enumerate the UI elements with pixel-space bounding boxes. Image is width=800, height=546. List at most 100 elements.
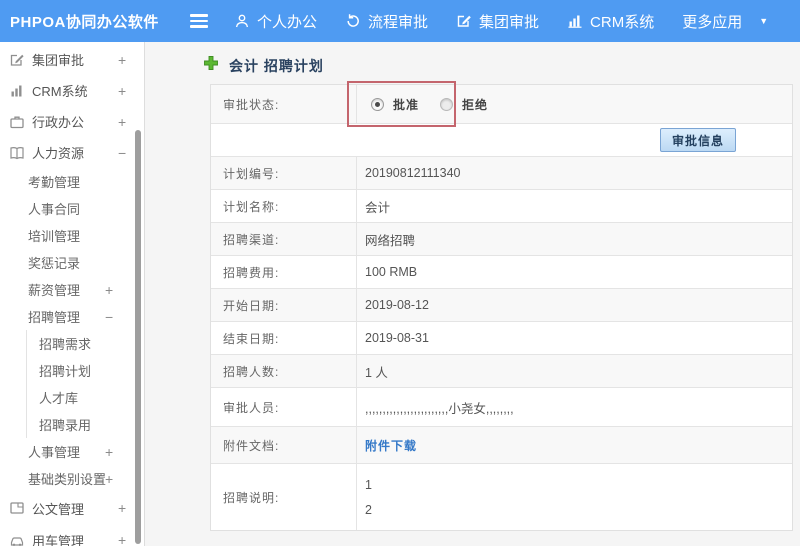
table-row-plan-name: 计划名称: 会计 [211,189,792,222]
sidebar-item-salary[interactable]: 薪资管理 + [0,276,144,303]
menu-toggle-icon[interactable] [190,14,210,28]
expand-icon[interactable]: + [118,52,126,68]
expand-icon[interactable]: + [105,444,113,460]
collapse-icon[interactable]: − [118,145,126,161]
user-icon [234,13,250,29]
field-value: 会计 [365,200,391,215]
sidebar-item-personnel-mgmt[interactable]: 人事管理 + [0,438,144,465]
sidebar-scrollbar[interactable] [135,130,141,544]
table-row-approvers: 审批人员: ,,,,,,,,,,,,,,,,,,,,,,,,小尧女,,,,,,,… [211,387,792,426]
field-label: 审批状态: [211,85,357,123]
edit-square-icon [9,52,25,68]
field-label: 招聘费用: [211,256,357,288]
sidebar-item-documents[interactable]: 公文管理 + [0,492,144,524]
radio-approve[interactable] [371,97,384,111]
approve-info-button[interactable]: 审批信息 [659,128,736,152]
expand-icon[interactable]: + [118,532,126,546]
sidebar-item-label: 用车管理 [32,533,85,546]
sidebar-item-hr-contract[interactable]: 人事合同 [0,195,144,222]
expand-icon[interactable]: + [105,471,113,487]
radio-reject[interactable] [440,97,454,111]
sidebar-item-label: 招聘计划 [39,364,92,379]
sidebar-item-hr[interactable]: 人力资源 − [0,137,144,168]
sidebar-item-training[interactable]: 培训管理 [0,222,144,249]
nav-label: 流程审批 [368,13,429,31]
sidebar-item-label: 考勤管理 [28,175,81,190]
nav-more-apps[interactable]: 更多应用 ▼ [682,11,768,32]
content-header: 会计 招聘计划 [145,42,800,76]
field-label: 开始日期: [211,289,357,321]
book-icon [9,145,25,161]
sidebar-item-recruit-demand[interactable]: 招聘需求 [26,330,144,357]
field-label: 计划名称: [211,190,357,222]
field-value: 2019-08-12 [365,298,429,312]
field-label: 招聘说明: [211,464,357,530]
expand-icon[interactable]: + [118,500,126,516]
table-row-approval-status: 审批状态: 批准 拒绝 [211,85,792,123]
description-cell: 1 2 [357,464,792,530]
sidebar-item-label: CRM系统 [32,84,88,99]
nav-label: 更多应用 [682,13,743,31]
field-value: 100 RMB [365,265,418,279]
sidebar-item-label: 基础类别设置 [28,472,107,487]
nav-crm-system[interactable]: CRM系统 [567,11,654,32]
top-navigation: 个人办公 流程审批 集团审批 CRM系统 更多应用 ▼ [234,11,768,32]
nav-label: 个人办公 [257,13,318,31]
page-title: 会计 招聘计划 [229,57,324,74]
bar-chart-icon [9,83,25,99]
main-content: 会计 招聘计划 审批状态: 批准 拒绝 审批信息 计划编号: 201908121… [145,42,800,546]
collapse-icon[interactable]: − [105,309,113,325]
table-row-recruit-channel: 招聘渠道: 网络招聘 [211,222,792,255]
edit-icon [456,13,472,29]
attachment-cell: 附件下载 [357,427,792,463]
sidebar-item-label: 奖惩记录 [28,256,81,271]
description-line: 2 [365,502,372,517]
approval-status-cell: 批准 拒绝 [357,85,792,123]
table-row-description: 招聘说明: 1 2 [211,463,792,530]
sidebar-item-label: 薪资管理 [28,283,81,298]
sidebar-item-label: 公文管理 [32,501,85,517]
sidebar-item-label: 行政办公 [32,115,85,130]
sidebar-item-recruit-hire[interactable]: 招聘录用 [26,411,144,438]
sidebar: 集团审批 + CRM系统 + 行政办公 + 人力资源 − 考勤管理 人事合同 培… [0,42,145,546]
expand-icon[interactable]: + [118,114,126,130]
nav-label: 集团审批 [479,13,540,31]
sidebar-item-attendance[interactable]: 考勤管理 [0,168,144,195]
table-row-approve-button: 审批信息 [211,123,792,156]
field-value: 网络招聘 [365,233,416,248]
radio-approve-label: 批准 [393,97,420,112]
sidebar-item-label: 人才库 [39,391,79,406]
sidebar-item-label: 人力资源 [32,146,85,161]
sidebar-item-talent-pool[interactable]: 人才库 [26,384,144,411]
sidebar-item-recruit-mgmt[interactable]: 招聘管理 − [0,303,144,330]
expand-icon[interactable]: + [118,83,126,99]
sidebar-item-admin-office[interactable]: 行政办公 + [0,106,144,137]
sidebar-item-label: 招聘管理 [28,310,81,325]
sidebar-item-group-approval[interactable]: 集团审批 + [0,44,144,75]
expand-icon[interactable]: + [105,282,113,298]
nav-workflow-approval[interactable]: 流程审批 [345,11,428,32]
radio-reject-label: 拒绝 [462,97,489,112]
sidebar-item-label: 培训管理 [28,229,81,244]
table-row-recruit-cost: 招聘费用: 100 RMB [211,255,792,288]
nav-group-approval[interactable]: 集团审批 [456,11,539,32]
sidebar-item-label: 集团审批 [32,53,85,68]
sidebar-item-vehicle[interactable]: 用车管理 + [0,524,144,546]
sidebar-item-crm[interactable]: CRM系统 + [0,75,144,106]
table-row-plan-number: 计划编号: 20190812111340 [211,156,792,189]
sidebar-item-base-category[interactable]: 基础类别设置 + [0,465,144,492]
nav-label: CRM系统 [590,13,655,31]
table-row-end-date: 结束日期: 2019-08-31 [211,321,792,354]
nav-personal-office[interactable]: 个人办公 [234,11,317,32]
sidebar-item-recruit-plan[interactable]: 招聘计划 [26,357,144,384]
field-label: 附件文档: [211,427,357,463]
approval-radio-group: 批准 拒绝 [365,96,500,113]
sidebar-item-rewards[interactable]: 奖惩记录 [0,249,144,276]
sidebar-item-label: 人事合同 [28,202,81,217]
field-label: 审批人员: [211,388,357,426]
document-icon [9,500,25,516]
field-value: 2019-08-31 [365,331,429,345]
sidebar-item-label: 人事管理 [28,445,81,460]
attachment-download-link[interactable]: 附件下载 [365,437,417,454]
topbar: PHPOA协同办公软件 个人办公 流程审批 集团审批 CRM系统 更多应用 ▼ [0,0,800,42]
